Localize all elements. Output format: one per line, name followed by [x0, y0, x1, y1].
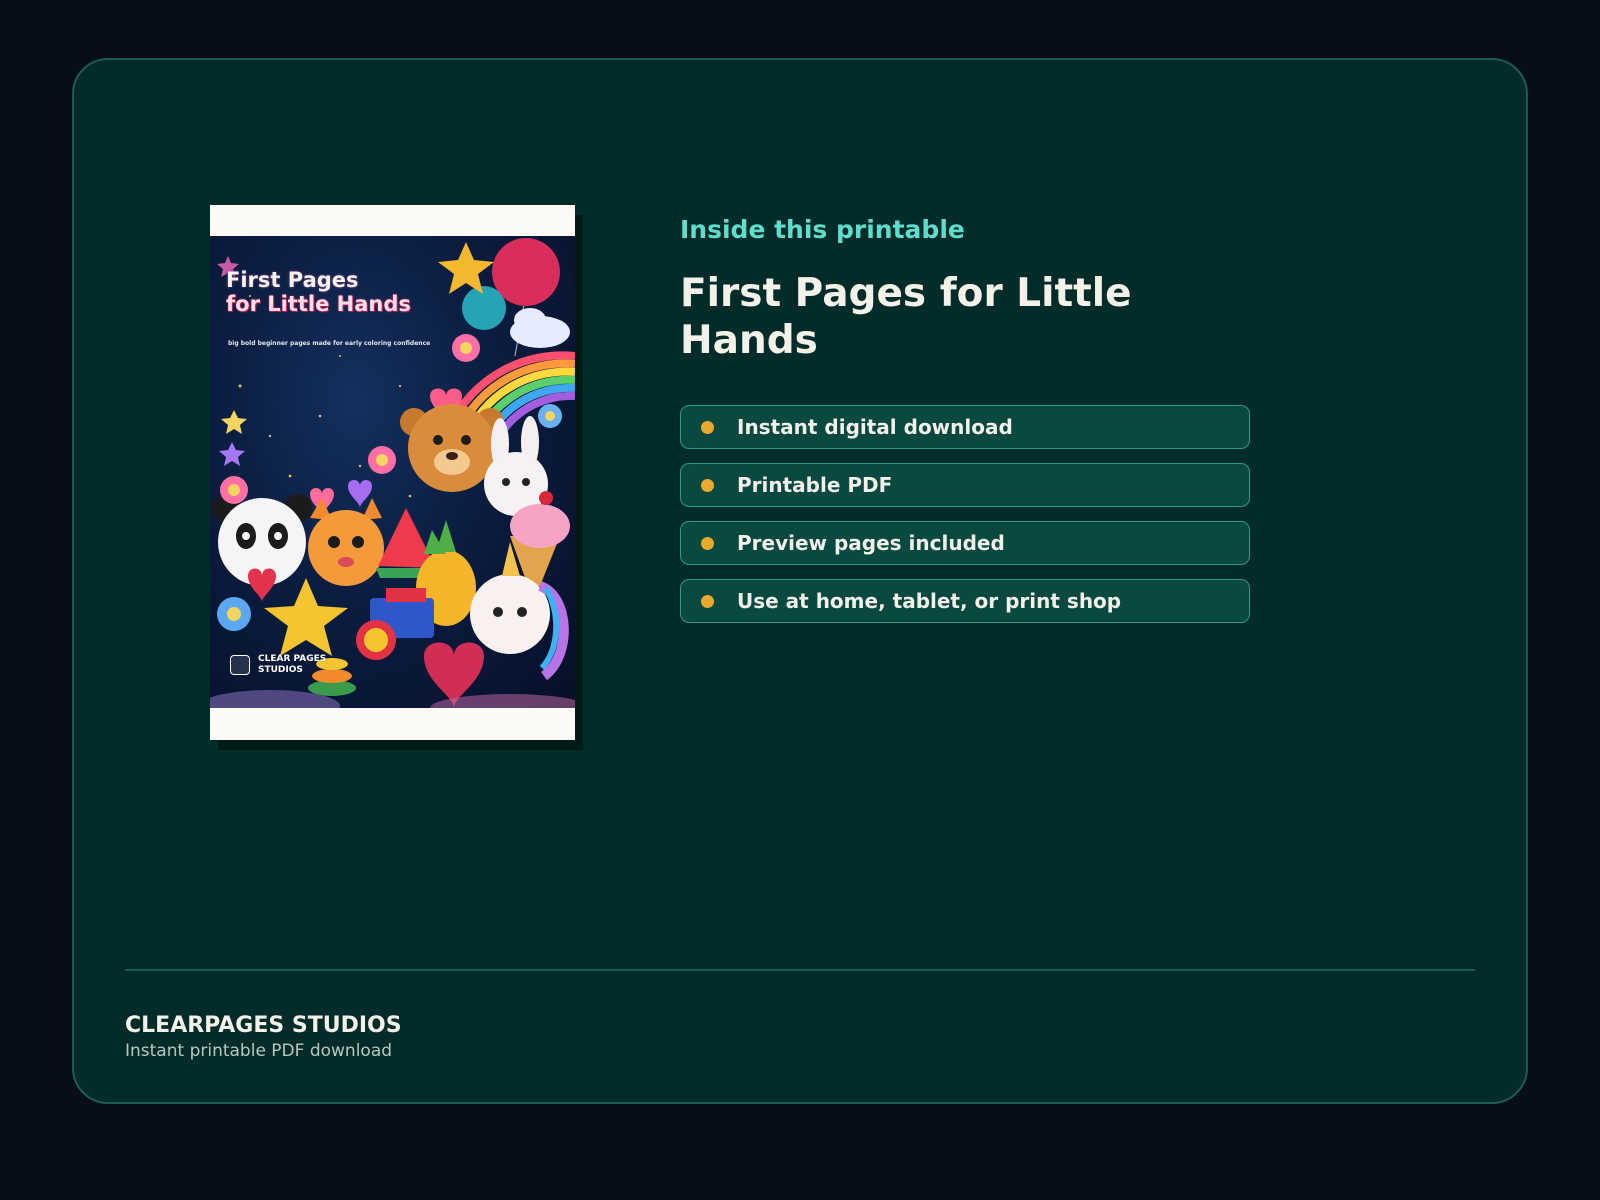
bullet-dot-icon: [701, 478, 714, 492]
feature-item: Use at home, tablet, or print shop: [680, 579, 1250, 623]
cover-title: First Pages for Little Hands: [226, 268, 411, 316]
feature-label: Printable PDF: [737, 473, 893, 497]
bullet-dot-icon: [701, 420, 714, 434]
brand-logo-icon: [230, 655, 250, 675]
feature-label: Preview pages included: [737, 531, 1005, 555]
feature-item: Printable PDF: [680, 463, 1250, 507]
feature-item: Preview pages included: [680, 521, 1250, 565]
cover-title-line1: First Pages: [226, 268, 359, 292]
footer-tagline: Instant printable PDF download: [125, 1041, 393, 1061]
cover-brand-name: CLEAR PAGES STUDIOS: [258, 654, 327, 675]
bullet-dot-icon: [701, 536, 714, 550]
feature-item: Instant digital download: [680, 405, 1250, 449]
feature-list: Instant digital download Printable PDF P…: [680, 405, 1250, 637]
footer-divider: [125, 969, 1475, 971]
cover-subtitle: big bold beginner pages made for early c…: [228, 340, 431, 347]
section-eyebrow: Inside this printable: [680, 215, 965, 244]
cover-illustration: First Pages for Little Hands big bold be…: [210, 236, 575, 708]
footer-brand: CLEARPAGES STUDIOS: [125, 1013, 402, 1038]
cover-title-line2: for Little Hands: [226, 292, 411, 316]
product-title: First Pages for Little Hands: [680, 271, 1132, 363]
bullet-dot-icon: [701, 594, 714, 608]
cover-image: First Pages for Little Hands big bold be…: [210, 205, 575, 740]
feature-label: Use at home, tablet, or print shop: [737, 589, 1122, 613]
cover-brand: CLEAR PAGES STUDIOS: [230, 654, 342, 676]
feature-label: Instant digital download: [737, 415, 1013, 439]
